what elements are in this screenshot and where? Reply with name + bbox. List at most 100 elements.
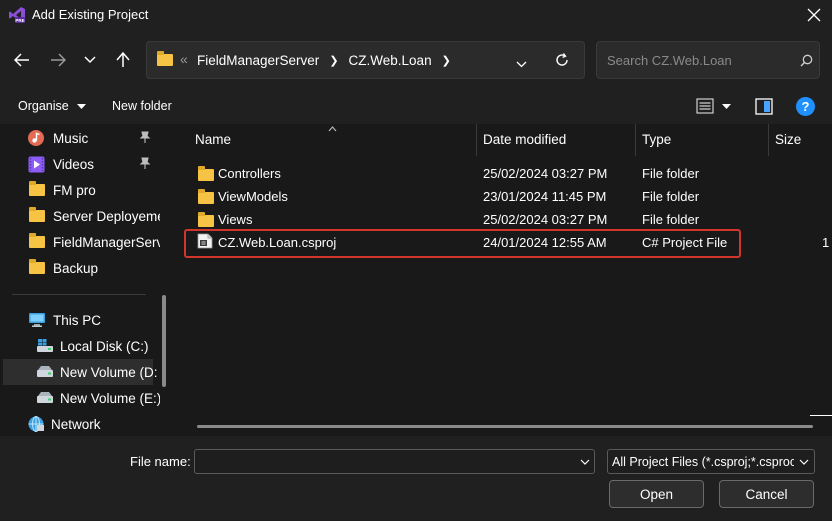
refresh-icon	[556, 53, 568, 66]
sidebar-divider	[12, 294, 146, 295]
sidebar-item-label: Backup	[53, 260, 99, 276]
preview-pane-button[interactable]	[755, 98, 773, 118]
view-options-button[interactable]	[696, 98, 731, 114]
address-dropdown-button[interactable]	[516, 56, 527, 71]
sidebar-item-label: Network	[51, 416, 101, 432]
drive-icon	[37, 366, 53, 377]
column-divider[interactable]	[476, 124, 477, 156]
sidebar-item-new-volume-e[interactable]: New Volume (E:)	[0, 385, 160, 411]
help-icon[interactable]: ?	[796, 97, 815, 116]
address-bar[interactable]: « FieldManagerServer ❯ CZ.Web.Loan ❯	[146, 41, 585, 79]
breadcrumb: FieldManagerServer ❯ CZ.Web.Loan ❯	[197, 53, 451, 68]
search-icon	[800, 54, 813, 70]
folder-icon	[29, 233, 45, 248]
organise-label: Organise	[18, 99, 69, 113]
pin-icon[interactable]	[139, 157, 151, 170]
table-row[interactable]: Views 25/02/2024 03:27 PM File folder	[190, 208, 830, 231]
caret-down-icon	[76, 103, 86, 109]
arrow-left-icon	[14, 53, 29, 67]
network-icon	[28, 416, 44, 432]
sidebar-item-label: Local Disk (C:)	[60, 338, 149, 354]
sort-ascending-icon	[328, 120, 337, 135]
search-placeholder: Search CZ.Web.Loan	[607, 53, 732, 68]
folder-icon	[157, 51, 173, 66]
caret-down-icon	[722, 103, 731, 109]
file-name: ViewModels	[218, 189, 288, 204]
file-type-filter-value: All Project Files (*.csproj;*.csproc	[612, 455, 794, 469]
sidebar-item-label: FM pro	[53, 182, 96, 198]
drive-icon	[37, 392, 53, 403]
up-button[interactable]	[109, 46, 137, 74]
folder-icon	[29, 207, 45, 222]
table-row[interactable]: Controllers 25/02/2024 03:27 PM File fol…	[190, 162, 830, 185]
visual-studio-icon: PRE	[8, 6, 26, 24]
pin-icon[interactable]	[139, 131, 151, 144]
sidebar-item-music[interactable]: Music	[0, 125, 160, 151]
sidebar-item-network[interactable]: Network	[0, 411, 160, 437]
file-type: File folder	[642, 212, 700, 227]
chevron-right-icon[interactable]: ❯	[442, 54, 451, 67]
sidebar-item-label: Videos	[53, 156, 95, 172]
sidebar-item-videos[interactable]: Videos	[0, 151, 160, 177]
column-header-type[interactable]: Type	[642, 132, 671, 147]
cancel-button[interactable]: Cancel	[719, 480, 814, 508]
file-name-input[interactable]	[194, 449, 595, 474]
file-name: Views	[218, 212, 253, 227]
drive-icon	[37, 339, 53, 352]
file-size: 1	[822, 235, 830, 250]
file-type: File folder	[642, 189, 700, 204]
chevron-down-icon	[516, 61, 527, 68]
recent-locations-button[interactable]	[76, 46, 104, 74]
table-row[interactable]: ViewModels 23/01/2024 11:45 PM File fold…	[190, 185, 830, 208]
overflow-chevron-icon[interactable]: «	[180, 51, 188, 67]
arrow-up-icon	[116, 52, 130, 67]
breadcrumb-item[interactable]: FieldManagerServer	[197, 53, 319, 68]
window-title: Add Existing Project	[32, 7, 149, 22]
column-header-size[interactable]: Size	[775, 132, 801, 147]
sidebar-scrollbar[interactable]	[162, 295, 166, 387]
chevron-right-icon[interactable]: ❯	[329, 54, 338, 67]
sidebar-item-server-deployment[interactable]: Server Deployeme	[0, 203, 160, 229]
sidebar-item-fieldmanagerserver[interactable]: FieldManagerServ	[0, 229, 160, 255]
file-date: 23/01/2024 11:45 PM	[483, 189, 607, 204]
breadcrumb-item[interactable]: CZ.Web.Loan	[349, 53, 432, 68]
sidebar-item-label: FieldManagerServ	[53, 234, 160, 250]
new-folder-button[interactable]: New folder	[112, 99, 172, 113]
back-button[interactable]	[8, 46, 36, 74]
highlight-annotation	[184, 229, 741, 258]
file-date: 25/02/2024 03:27 PM	[483, 212, 608, 227]
sidebar-item-backup[interactable]: Backup	[0, 255, 160, 281]
file-name: Controllers	[218, 166, 281, 181]
file-date: 25/02/2024 03:27 PM	[483, 166, 608, 181]
column-header-date-modified[interactable]: Date modified	[483, 132, 566, 147]
sidebar-item-label: New Volume (E:)	[60, 390, 160, 406]
column-divider[interactable]	[635, 124, 636, 156]
sidebar-item-label: New Volume (D:	[60, 364, 158, 380]
sidebar-item-label: Music	[53, 130, 89, 146]
music-icon	[28, 130, 44, 146]
folder-icon	[29, 181, 45, 196]
open-button[interactable]: Open	[609, 480, 704, 508]
refresh-button[interactable]	[554, 52, 570, 71]
search-box[interactable]: Search CZ.Web.Loan	[596, 41, 820, 79]
column-header-name[interactable]: Name	[195, 132, 231, 147]
column-divider[interactable]	[768, 124, 769, 156]
file-type-filter-select[interactable]: All Project Files (*.csproj;*.csproc	[607, 449, 815, 474]
preview-pane-icon	[755, 98, 773, 115]
chevron-down-icon	[799, 459, 809, 465]
sidebar-item-local-disk-c[interactable]: Local Disk (C:)	[0, 333, 160, 359]
scrollbar-corner	[810, 415, 832, 416]
details-view-icon	[696, 98, 714, 114]
folder-icon	[29, 259, 45, 274]
close-button[interactable]	[800, 2, 828, 28]
sidebar-item-this-pc[interactable]: This PC	[0, 307, 160, 333]
organise-menu[interactable]: Organise	[18, 99, 86, 113]
horizontal-scrollbar[interactable]	[197, 425, 813, 428]
forward-button[interactable]	[44, 46, 72, 74]
title-bar: PRE Add Existing Project	[0, 0, 832, 32]
chevron-down-icon[interactable]	[580, 459, 590, 465]
computer-icon	[29, 313, 45, 327]
sidebar-item-new-volume-d[interactable]: New Volume (D:	[0, 359, 160, 385]
sidebar-item-fm-pro[interactable]: FM pro	[0, 177, 160, 203]
file-name-label: File name:	[130, 454, 191, 469]
